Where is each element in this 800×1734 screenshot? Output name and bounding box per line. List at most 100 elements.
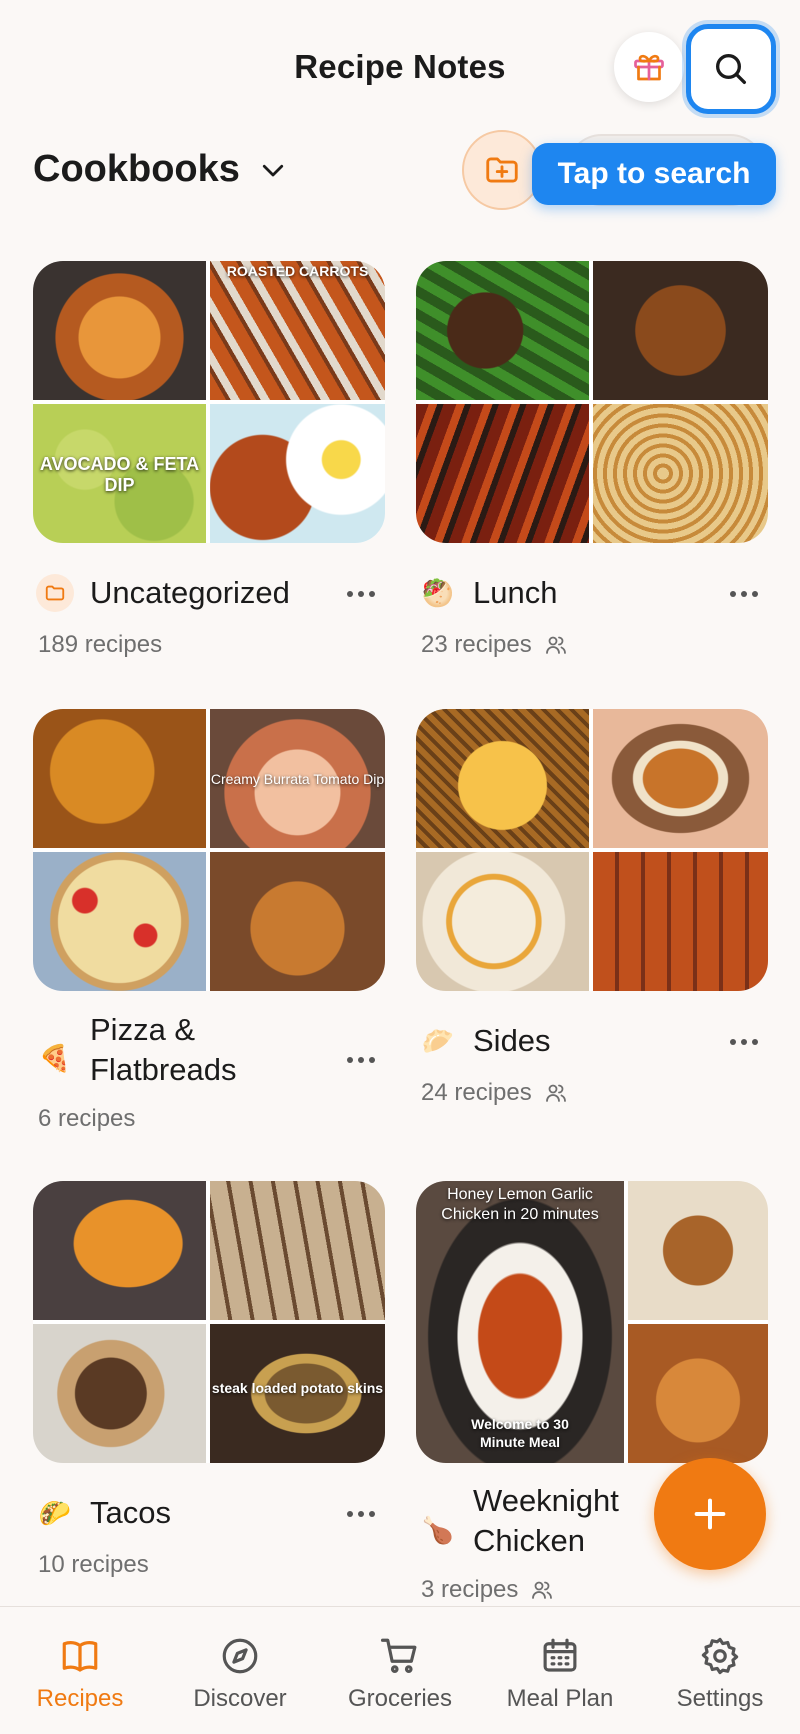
more-options-button[interactable]: [722, 579, 766, 609]
cookbook-name: Weeknight Chicken: [473, 1483, 619, 1558]
shared-users-icon: [545, 1084, 566, 1102]
cookbook-card-pizza-flatbreads[interactable]: Creamy Burrata Tomato Dip 🍕 Pizza & Flat…: [33, 709, 385, 1132]
cover-photo: [33, 261, 206, 400]
cookbook-name: Lunch: [473, 575, 558, 610]
bottom-tab-bar: Recipes Discover Groceries Meal Plan Set…: [0, 1606, 800, 1734]
cover-photo: [33, 852, 206, 991]
compass-icon: [222, 1638, 258, 1674]
cover-caption: Welcome to 30 Minute Meal: [471, 1416, 569, 1450]
tab-groceries[interactable]: Groceries: [320, 1607, 480, 1734]
cover-photo: [416, 404, 589, 543]
tab-meal-plan[interactable]: Meal Plan: [480, 1607, 640, 1734]
sandwich-icon: 🥙: [421, 577, 455, 608]
folder-icon: [36, 574, 74, 612]
tab-label: Settings: [676, 1685, 764, 1712]
recipe-count-label: 6 recipes: [38, 1105, 136, 1132]
cookbooks-title: Cookbooks: [33, 148, 240, 190]
cookbook-cover: ROASTED CARROTS AVOCADO & FETA DIP: [33, 261, 385, 543]
cover-photo: [593, 261, 768, 400]
cookbooks-dropdown[interactable]: Cookbooks: [33, 148, 288, 191]
cover-photo: Creamy Burrata Tomato Dip: [210, 709, 385, 848]
recipe-count: 10 recipes: [38, 1551, 149, 1579]
taco-icon: 🌮: [38, 1497, 72, 1528]
recipe-count-label: 23 recipes: [421, 631, 532, 658]
cover-photo: [628, 1181, 768, 1320]
recipe-count: 3 recipes: [421, 1576, 554, 1604]
recipe-count-label: 10 recipes: [38, 1551, 149, 1578]
cover-photo: AVOCADO & FETA DIP: [33, 404, 206, 543]
book-icon: [62, 1641, 98, 1672]
recipe-count: 23 recipes: [421, 631, 568, 659]
recipe-count: 24 recipes: [421, 1079, 568, 1107]
recipe-count-label: 3 recipes: [421, 1576, 519, 1603]
cover-photo: steak loaded potato skins: [210, 1324, 385, 1463]
cover-photo: [416, 852, 589, 991]
cover-photo: [593, 404, 768, 543]
search-button[interactable]: [686, 24, 776, 114]
cover-photo: [210, 1181, 385, 1320]
search-icon: [716, 54, 746, 85]
more-options-button[interactable]: [339, 579, 383, 609]
cookbook-name: Uncategorized: [90, 575, 290, 610]
cookbook-cover: Honey Lemon Garlic Chicken in 20 minutes…: [416, 1181, 768, 1463]
recipe-count: 6 recipes: [38, 1105, 135, 1133]
add-recipe-button[interactable]: [654, 1458, 766, 1570]
sides-icon: 🥟: [421, 1025, 455, 1056]
cover-caption: Honey Lemon Garlic Chicken in 20 minutes: [441, 1186, 599, 1223]
shared-users-icon: [532, 1581, 553, 1599]
folder-plus-icon: [486, 157, 518, 183]
plus-icon: [694, 1498, 726, 1530]
cover-photo: [210, 852, 385, 991]
new-folder-button[interactable]: [462, 130, 542, 210]
more-options-button[interactable]: [722, 1027, 766, 1057]
search-tooltip[interactable]: Tap to search: [532, 143, 776, 205]
gift-button[interactable]: [614, 32, 684, 102]
cover-photo: [33, 1324, 206, 1463]
recipe-count: 189 recipes: [38, 631, 162, 659]
chicken-icon: 🍗: [421, 1514, 455, 1545]
tab-label: Meal Plan: [506, 1685, 614, 1712]
cookbook-cover: [416, 709, 768, 991]
tab-recipes[interactable]: Recipes: [0, 1607, 160, 1734]
tab-label: Groceries: [347, 1685, 453, 1712]
cookbook-cover: Creamy Burrata Tomato Dip: [33, 709, 385, 991]
cover-photo: [33, 1181, 206, 1320]
cover-photo: [593, 709, 768, 848]
cover-photo: [628, 1324, 768, 1463]
calendar-icon: [543, 1638, 577, 1672]
cookbook-name: Pizza & Flatbreads: [90, 1012, 237, 1087]
shared-users-icon: [545, 636, 566, 654]
cover-photo: [210, 404, 385, 543]
recipe-count-label: 189 recipes: [38, 631, 163, 658]
cookbook-name: Sides: [473, 1023, 551, 1058]
cover-caption: AVOCADO & FETA DIP: [39, 454, 200, 495]
cover-caption: ROASTED CARROTS: [226, 263, 369, 279]
cover-caption: Creamy Burrata Tomato Dip: [210, 771, 385, 787]
cookbook-cover: [416, 261, 768, 543]
gear-icon: [701, 1637, 739, 1675]
cookbook-card-uncategorized[interactable]: ROASTED CARROTS AVOCADO & FETA DIP Uncat…: [33, 261, 385, 661]
tab-settings[interactable]: Settings: [640, 1607, 800, 1734]
cover-photo: [416, 261, 589, 400]
more-options-button[interactable]: [339, 1045, 383, 1075]
cookbook-card-sides[interactable]: 🥟 Sides 24 recipes: [416, 709, 768, 1109]
cookbook-card-tacos[interactable]: steak loaded potato skins 🌮 Tacos 10 rec…: [33, 1181, 385, 1581]
cover-photo: Honey Lemon Garlic Chicken in 20 minutes…: [416, 1181, 624, 1463]
cookbook-cover: steak loaded potato skins: [33, 1181, 385, 1463]
more-options-button[interactable]: [339, 1499, 383, 1529]
chevron-down-icon: [262, 164, 284, 176]
pizza-icon: 🍕: [38, 1042, 72, 1073]
tab-label: Recipes: [36, 1685, 124, 1712]
cookbook-card-lunch[interactable]: 🥙 Lunch 23 recipes: [416, 261, 768, 661]
app-header: Recipe Notes: [0, 0, 800, 130]
cookbook-name: Tacos: [90, 1495, 171, 1530]
gift-icon: [634, 54, 664, 81]
recipe-count-label: 24 recipes: [421, 1079, 532, 1106]
cart-icon: [380, 1638, 417, 1673]
cover-photo: ROASTED CARROTS: [210, 261, 385, 400]
tab-discover[interactable]: Discover: [160, 1607, 320, 1734]
cover-caption: steak loaded potato skins: [211, 1380, 384, 1396]
tab-label: Discover: [193, 1685, 287, 1712]
cover-photo: [593, 852, 768, 991]
cover-photo: [33, 709, 206, 848]
